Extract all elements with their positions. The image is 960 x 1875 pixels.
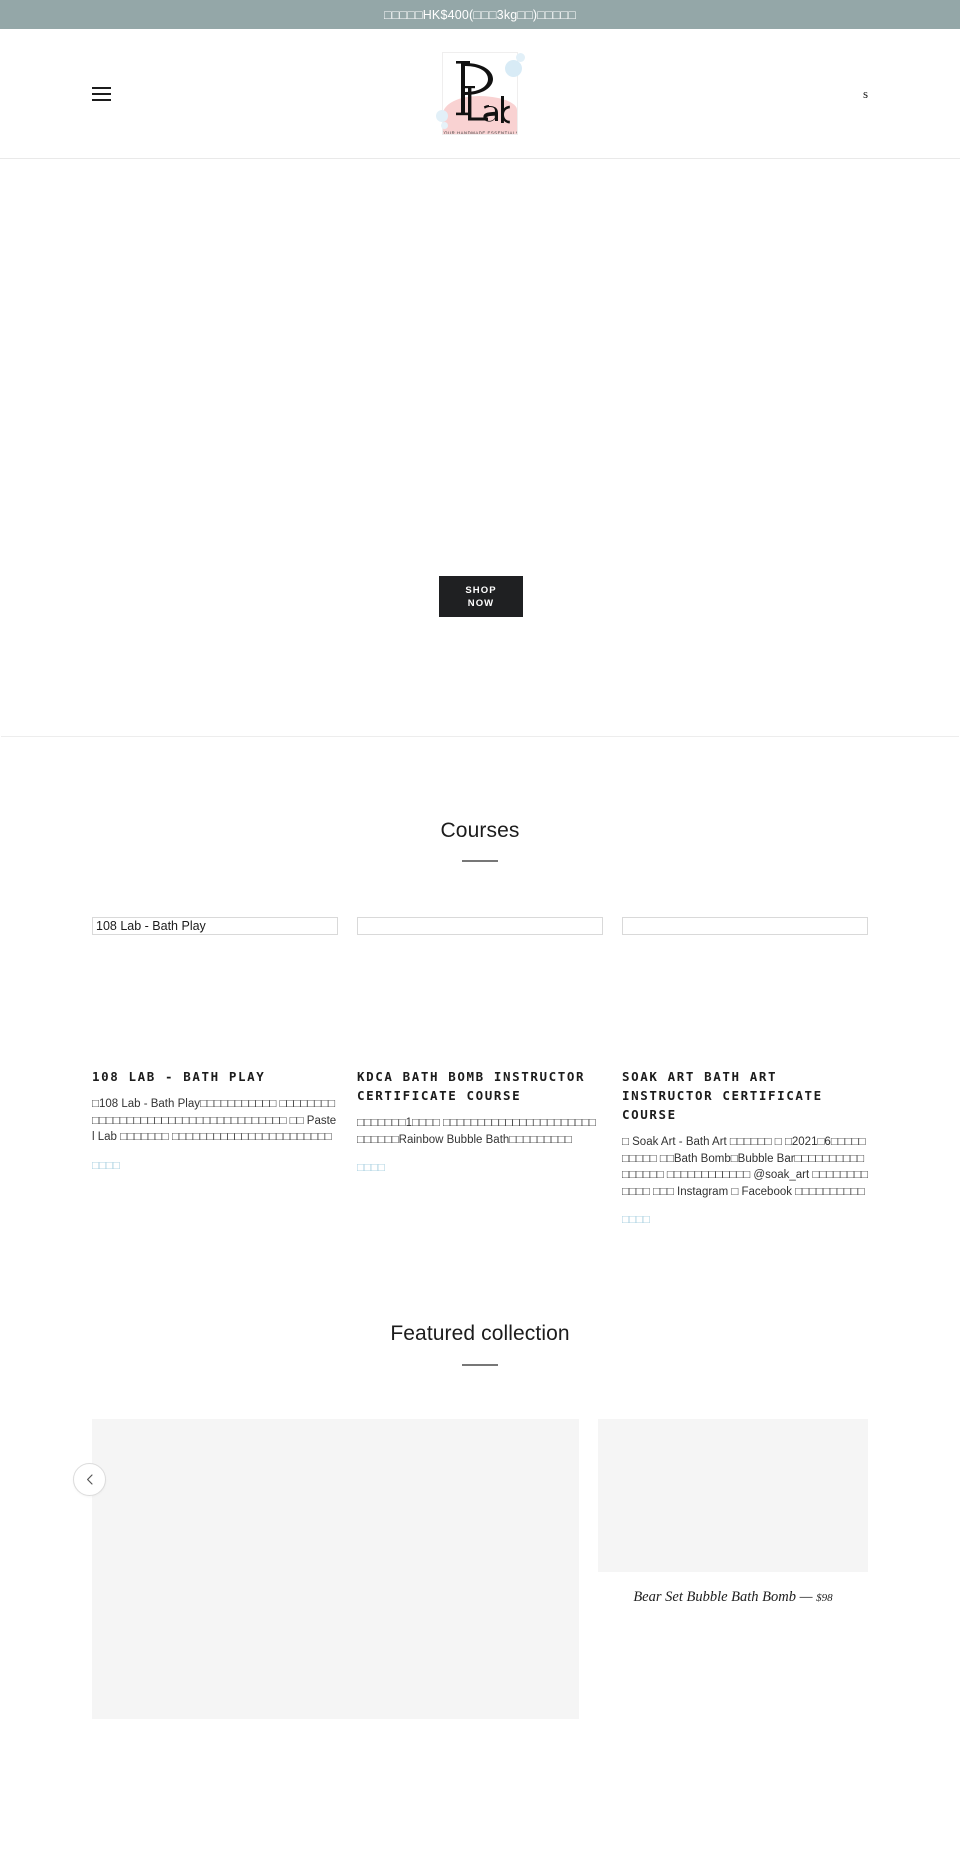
course-read-more-link[interactable]: □□□□ (357, 1160, 385, 1176)
shop-now-line-1: SHOP (465, 584, 497, 596)
site-header: YOUR HANDMADE ESSENTIALS s (0, 29, 960, 159)
bubble-decoration-icon (505, 59, 522, 77)
course-image-placeholder[interactable]: 108 Lab - Bath Play (92, 917, 338, 936)
featured-collection-section: Featured collection Bear Set Bubble Bath… (0, 1320, 960, 1733)
course-image-space (622, 935, 868, 1067)
site-logo[interactable]: YOUR HANDMADE ESSENTIALS (434, 48, 526, 140)
courses-heading: Courses (92, 817, 868, 863)
product-image[interactable] (598, 1418, 868, 1572)
product-caption: Bear Set Bubble Bath Bomb — $98 (598, 1586, 868, 1610)
shop-now-button[interactable]: SHOP NOW (439, 576, 523, 617)
logo-tagline: YOUR HANDMADE ESSENTIALS (442, 130, 518, 135)
course-image-placeholder[interactable] (622, 917, 868, 936)
course-card: KDCA BATH BOMB INSTRUCTOR CERTIFICATE CO… (357, 917, 603, 1228)
course-description: □108 Lab - Bath Play□□□□□□□□□□□ □□□□□□□□… (92, 1098, 337, 1144)
course-title[interactable]: 108 LAB - BATH PLAY (92, 1067, 338, 1086)
courses-grid: 108 Lab - Bath Play 108 LAB - BATH PLAY … (92, 917, 868, 1228)
course-image-space (92, 935, 338, 1067)
course-title[interactable]: SOAK ART BATH ART INSTRUCTOR CERTIFICATE… (622, 1067, 868, 1124)
hamburger-icon[interactable] (92, 86, 111, 101)
announcement-text: □□□□□HK$400(□□□3kg□□)□□□□□ (383, 7, 577, 22)
hero-banner: SHOP NOW (1, 159, 959, 737)
hamburger-bar (92, 98, 111, 101)
carousel-prev-button[interactable] (73, 1462, 106, 1496)
product-name: Bear Set Bubble Bath Bomb (633, 1588, 797, 1605)
product-image[interactable] (92, 1418, 579, 1719)
hamburger-bar (92, 86, 111, 89)
course-card: 108 Lab - Bath Play 108 LAB - BATH PLAY … (92, 917, 338, 1228)
course-card: SOAK ART BATH ART INSTRUCTOR CERTIFICATE… (622, 917, 868, 1228)
course-title[interactable]: KDCA BATH BOMB INSTRUCTOR CERTIFICATE CO… (357, 1067, 603, 1105)
product-card[interactable] (92, 1418, 579, 1733)
courses-title: Courses (440, 819, 520, 842)
shop-now-line-2: NOW (467, 597, 495, 609)
course-image-alt-text: 108 Lab - Bath Play (96, 919, 206, 934)
hamburger-bar (92, 92, 111, 95)
featured-heading: Featured collection (92, 1320, 868, 1366)
featured-title: Featured collection (390, 1322, 570, 1346)
bubble-decoration-icon (441, 121, 448, 129)
section-divider (462, 1363, 498, 1366)
hero-image: SHOP NOW (1, 159, 959, 736)
product-price: $98 (816, 1591, 833, 1604)
course-description: □□□□□□□1□□□□ □□□□□□□□□□□□□□□□□□□□□□ □□□□… (357, 1117, 596, 1146)
bubble-decoration-icon (436, 109, 448, 122)
course-image-placeholder[interactable] (357, 917, 603, 936)
section-divider (462, 860, 498, 863)
course-read-more-link[interactable]: □□□□ (622, 1212, 650, 1228)
search-icon[interactable]: s (863, 86, 868, 102)
course-image-space (357, 935, 603, 1067)
courses-section: Courses 108 Lab - Bath Play 108 LAB - BA… (0, 737, 960, 1229)
product-card[interactable]: Bear Set Bubble Bath Bomb — $98 (598, 1418, 868, 1733)
bubble-decoration-icon (516, 52, 525, 62)
announcement-bar: □□□□□HK$400(□□□3kg□□)□□□□□ (0, 0, 960, 29)
course-read-more-link[interactable]: □□□□ (92, 1158, 120, 1174)
product-caption-separator: — (799, 1588, 813, 1605)
chevron-left-icon (87, 1473, 93, 1485)
featured-products-carousel: Bear Set Bubble Bath Bomb — $98 (73, 1418, 868, 1733)
course-description: □ Soak Art - Bath Art □□□□□□ □ □2021□6□□… (622, 1136, 868, 1198)
